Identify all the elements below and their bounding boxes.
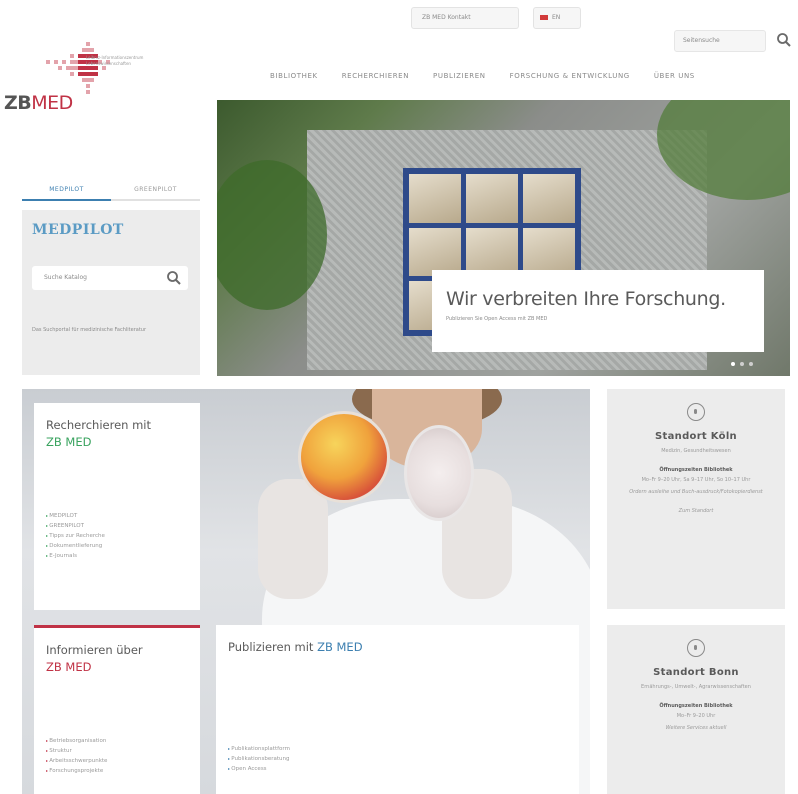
card-link[interactable]: Arbeitsschwerpunkte: [46, 756, 188, 766]
petri-dish-image: [404, 425, 474, 521]
card-link[interactable]: MEDPILOT: [46, 511, 188, 521]
location-subtitle: Ernährungs-, Umwelt-, Agrarwissenschafte…: [641, 684, 751, 690]
tab-greenpilot[interactable]: GREENPILOT: [111, 186, 200, 201]
card-link[interactable]: Forschungsprojekte: [46, 766, 188, 776]
card-link[interactable]: Struktur: [46, 746, 188, 756]
pilot-tabs: MEDPILOT GREENPILOT: [22, 186, 200, 201]
search-icon[interactable]: [776, 32, 792, 48]
opening-hours: Mo–Fr 9–20 Uhr, Sa 9–17 Uhr, So 10–17 Uh…: [641, 477, 751, 483]
site-search-placeholder: Seitensuche: [683, 37, 720, 44]
location-pin-icon: [687, 639, 705, 657]
card-informieren[interactable]: Informieren über ZB MED Betriebsorganisa…: [34, 625, 200, 794]
hero-headline: Wir verbreiten Ihre Forschung.: [446, 288, 726, 310]
slider-dots: [731, 362, 753, 366]
location-bonn: Standort Bonn Ernährungs-, Umwelt-, Agra…: [607, 625, 785, 794]
card-title: Publizieren mit ZB MED: [228, 640, 363, 654]
zbmed-logo[interactable]: Leibniz-Informationszentrum Lebenswissen…: [0, 38, 210, 138]
petri-dish-image: [298, 411, 390, 503]
card-link[interactable]: Betriebsorganisation: [46, 736, 188, 746]
slider-dot[interactable]: [740, 362, 744, 366]
hours-label: Öffnungszeiten Bibliothek: [659, 703, 733, 709]
location-name: Standort Bonn: [653, 667, 739, 678]
medpilot-title: MEDPILOT: [32, 222, 124, 238]
logo-tagline: Leibniz-Informationszentrum Lebenswissen…: [86, 55, 144, 66]
card-link-list: Publikationsplattform Publikationsberatu…: [228, 744, 567, 774]
language-switch[interactable]: EN: [533, 7, 581, 29]
medpilot-search-box: MEDPILOT Suche Katalog Das Suchportal fü…: [22, 210, 200, 375]
language-label: EN: [552, 14, 561, 21]
catalog-search-input[interactable]: Suche Katalog: [32, 266, 188, 290]
location-link[interactable]: Zum Standort: [607, 508, 785, 514]
nav-item-bibliothek[interactable]: BIBLIOTHEK: [270, 72, 318, 80]
card-title: Recherchieren mit ZB MED: [46, 418, 151, 449]
contact-link[interactable]: ZB MED Kontakt: [411, 7, 519, 29]
card-link-list: Betriebsorganisation Struktur Arbeitssch…: [46, 736, 188, 776]
search-icon[interactable]: [166, 270, 182, 286]
card-link[interactable]: Tipps zur Recherche: [46, 531, 188, 541]
card-link[interactable]: Publikationsberatung: [228, 754, 567, 764]
medpilot-description: Das Suchportal für medizinische Fachlite…: [32, 327, 147, 333]
location-pin-icon: [687, 403, 705, 421]
slider-dot[interactable]: [749, 362, 753, 366]
location-subtitle: Medizin, Gesundheitswesen: [661, 448, 731, 454]
card-link[interactable]: GREENPILOT: [46, 521, 188, 531]
location-note[interactable]: Weitere Services aktuell: [607, 724, 785, 732]
hours-label: Öffnungszeiten Bibliothek: [659, 467, 733, 473]
card-link[interactable]: Dokumentlieferung: [46, 541, 188, 551]
nav-item-ueber-uns[interactable]: ÜBER UNS: [654, 72, 695, 80]
nav-item-forschung[interactable]: FORSCHUNG & ENTWICKLUNG: [510, 72, 630, 80]
slider-dot[interactable]: [731, 362, 735, 366]
card-link[interactable]: E-Journals: [46, 551, 188, 561]
contact-label: ZB MED Kontakt: [422, 14, 471, 21]
card-title: Informieren über ZB MED: [46, 643, 143, 674]
tab-medpilot[interactable]: MEDPILOT: [22, 186, 111, 201]
site-search-input[interactable]: Seitensuche: [674, 30, 766, 52]
location-name: Standort Köln: [655, 431, 737, 442]
nav-item-publizieren[interactable]: PUBLIZIEREN: [433, 72, 486, 80]
location-note[interactable]: Ordern ausleihe und Buch-ausdruck/Fotoko…: [607, 488, 785, 496]
location-koeln: Standort Köln Medizin, Gesundheitswesen …: [607, 389, 785, 609]
hero-subline: Publizieren Sie Open Access mit ZB MED: [446, 316, 548, 322]
card-link[interactable]: Open Access: [228, 764, 567, 774]
uk-flag-icon: [540, 15, 548, 20]
hero-caption[interactable]: Wir verbreiten Ihre Forschung. Publizier…: [432, 270, 764, 352]
card-link[interactable]: Publikationsplattform: [228, 744, 567, 754]
opening-hours: Mo–Fr 9–20 Uhr: [676, 713, 716, 719]
logo-wordmark: ZBMED: [4, 92, 73, 114]
catalog-search-placeholder: Suche Katalog: [44, 274, 87, 281]
card-link-list: MEDPILOT GREENPILOT Tipps zur Recherche …: [46, 511, 188, 561]
main-navigation: BIBLIOTHEK RECHERCHIEREN PUBLIZIEREN FOR…: [270, 72, 695, 80]
nav-item-recherchieren[interactable]: RECHERCHIEREN: [342, 72, 409, 80]
card-publizieren[interactable]: Publizieren mit ZB MED Publikationsplatt…: [216, 625, 579, 794]
card-recherchieren[interactable]: Recherchieren mit ZB MED MEDPILOT GREENP…: [34, 403, 200, 610]
